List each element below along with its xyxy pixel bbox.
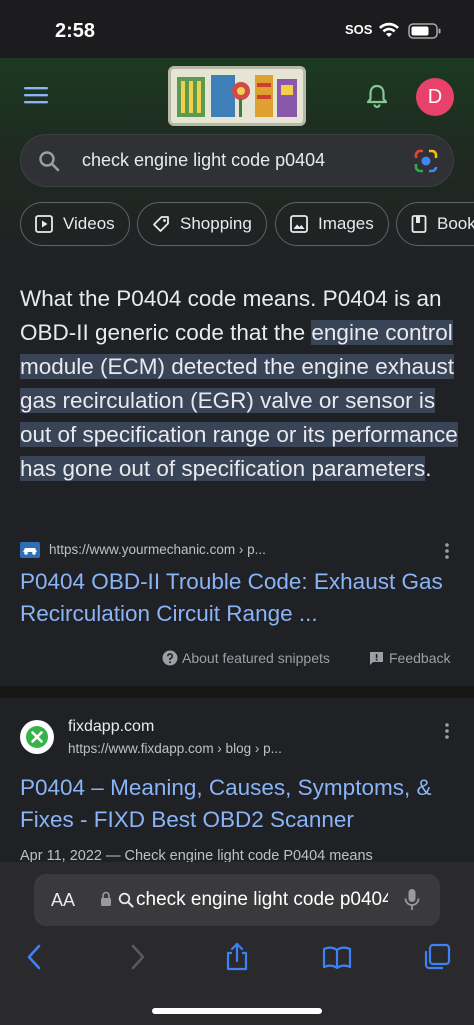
forward-arrow-icon[interactable] xyxy=(122,942,152,972)
image-icon xyxy=(290,215,308,233)
share-icon[interactable] xyxy=(222,942,252,972)
chip-label: Videos xyxy=(63,214,115,233)
address-bar[interactable]: AA check engine light code p0404 xyxy=(34,874,440,926)
search-query[interactable]: check engine light code p0404 xyxy=(82,150,325,171)
video-icon xyxy=(35,215,53,233)
search-icon xyxy=(118,892,134,908)
safari-toolbar: AA check engine light code p0404 xyxy=(0,862,474,1025)
bookmarks-icon[interactable] xyxy=(322,942,352,972)
account-avatar[interactable]: D xyxy=(416,78,454,116)
notifications-bell-icon[interactable] xyxy=(364,83,390,109)
help-icon xyxy=(162,650,178,666)
battery-icon xyxy=(408,23,441,39)
google-lens-icon[interactable] xyxy=(413,148,439,174)
address-text[interactable]: check engine light code p0404 xyxy=(136,889,388,911)
about-label: About featured snippets xyxy=(182,650,330,666)
chip-label: Images xyxy=(318,214,374,233)
chip-books[interactable]: Books xyxy=(396,202,474,246)
tabs-icon[interactable] xyxy=(422,942,452,972)
doodle-art-icon xyxy=(171,69,303,123)
search-icon xyxy=(39,151,60,172)
menu-icon[interactable] xyxy=(24,85,48,105)
yourmechanic-favicon-icon xyxy=(20,542,40,558)
chip-label: Shopping xyxy=(180,214,252,233)
search-box[interactable]: check engine light code p0404 xyxy=(20,134,454,187)
source-url: https://www.yourmechanic.com › p... xyxy=(49,542,266,557)
about-featured-snippets-link[interactable]: About featured snippets xyxy=(162,650,330,666)
snippet-text-end: . xyxy=(425,456,432,481)
snippet-text: What the P0404 code means. P0404 is an O… xyxy=(20,282,460,486)
book-icon xyxy=(411,215,427,233)
chip-shopping[interactable]: Shopping xyxy=(137,202,267,246)
feedback-icon xyxy=(370,652,383,665)
chip-label: Books xyxy=(437,214,474,233)
sos-indicator: SOS xyxy=(345,22,373,37)
status-bar: 2:58 SOS xyxy=(0,0,474,58)
more-options-icon[interactable] xyxy=(444,722,450,740)
page-settings-button[interactable]: AA xyxy=(51,890,75,911)
google-doodle[interactable] xyxy=(168,66,306,126)
back-arrow-icon[interactable] xyxy=(20,942,50,972)
featured-snippet: What the P0404 code means. P0404 is an O… xyxy=(0,262,474,686)
status-time: 2:58 xyxy=(55,20,96,42)
feedback-link[interactable]: Feedback xyxy=(369,650,450,666)
snippet-source[interactable]: https://www.yourmechanic.com › p... xyxy=(20,540,460,562)
chip-images[interactable]: Images xyxy=(275,202,389,246)
search-result-fixdapp: fixdapp.com https://www.fixdapp.com › bl… xyxy=(0,698,474,868)
result-divider xyxy=(0,686,474,698)
more-options-icon[interactable] xyxy=(444,542,450,560)
feedback-label: Feedback xyxy=(389,650,451,666)
tag-icon xyxy=(153,216,169,232)
snippet-result-title-link[interactable]: P0404 OBD-II Trouble Code: Exhaust Gas R… xyxy=(20,566,460,630)
site-url: https://www.fixdapp.com › blog › p... xyxy=(68,741,282,756)
search-filter-chips: Videos Shopping Images Books xyxy=(0,202,474,248)
lock-icon xyxy=(101,891,111,906)
home-indicator[interactable] xyxy=(152,1008,322,1014)
wifi-icon xyxy=(379,22,399,37)
chip-videos[interactable]: Videos xyxy=(20,202,130,246)
site-name: fixdapp.com xyxy=(68,718,155,735)
google-header: D check engine light code p0404 Videos S… xyxy=(0,58,474,260)
result-title-link[interactable]: P0404 – Meaning, Causes, Symptoms, & Fix… xyxy=(20,772,460,836)
microphone-icon[interactable] xyxy=(404,888,420,912)
fixdapp-favicon-icon xyxy=(20,720,54,754)
